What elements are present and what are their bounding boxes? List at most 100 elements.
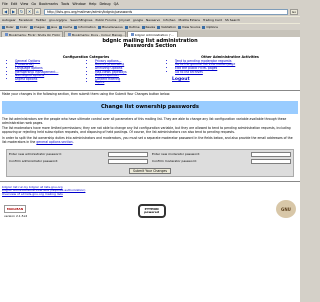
- toolbar-item[interactable]: Miscellaneous: [97, 25, 123, 29]
- validation-icon: [157, 25, 161, 29]
- toolbar-label: Java: [50, 25, 57, 29]
- admin-confirm-label: Confirm administrator password:: [9, 159, 59, 164]
- bookmark-item[interactable]: SS Search: [225, 18, 240, 22]
- toolbar-item[interactable]: Information: [74, 25, 96, 29]
- reload-icon[interactable]: ↻: [18, 8, 25, 15]
- menu-bookmarks[interactable]: Bookmarks: [39, 2, 58, 6]
- toolbar-item[interactable]: Color: [15, 25, 28, 29]
- divider: [0, 89, 300, 91]
- bookmark-item[interactable]: Info/Seo: [163, 18, 175, 22]
- admin-password-input[interactable]: [108, 151, 148, 157]
- ruler-icon: [2, 25, 5, 29]
- forward-icon[interactable]: ▶: [10, 8, 17, 15]
- mailman-logo-group: MAILMAN version 2.1.5x2: [4, 205, 27, 218]
- all-lists-overview-link[interactable]: Overview of all lists.gnu.org mailing li…: [2, 192, 63, 196]
- outline-icon: [124, 25, 128, 29]
- bookmark-item[interactable]: Neoservo: [146, 18, 160, 22]
- bookmark-item[interactable]: Public Forums: [95, 18, 116, 22]
- bookmark-item[interactable]: Jmynet: [119, 18, 130, 22]
- section-banner-title: Change list ownership passwords: [101, 104, 199, 111]
- menu-help[interactable]: Help: [89, 2, 97, 6]
- toolbar-label: Ruler: [6, 25, 14, 29]
- python-logo-subtext: powered: [144, 210, 159, 215]
- page-content: bdgnic mailing list administration Passw…: [0, 37, 300, 302]
- menu-debug[interactable]: Debug: [99, 2, 110, 6]
- developer-toolbar: Ruler Color Images Java Cache Informatio…: [0, 23, 300, 30]
- admin-confirm-input[interactable]: [108, 158, 148, 164]
- toolbar-item[interactable]: Outline: [124, 25, 140, 29]
- admin-password-group: Enter new administrator password: Confir…: [7, 150, 150, 166]
- admin-password-label: Enter new administrator password:: [9, 152, 62, 157]
- home-icon[interactable]: ⌂: [34, 8, 41, 15]
- options-icon: [202, 25, 206, 29]
- page-icon: [5, 33, 8, 36]
- color-icon: [15, 25, 19, 29]
- bookmark-item[interactable]: Mozilla Extens: [179, 18, 200, 22]
- toolbar-label: Miscellaneous: [101, 25, 123, 29]
- python-powered-logo[interactable]: PYTHON powered: [137, 204, 166, 219]
- tab-label: Bookmarks: Flickr: Shots On Flickr: [9, 32, 61, 37]
- menu-view[interactable]: View: [20, 2, 28, 6]
- bookmark-item[interactable]: Twitter: [36, 18, 46, 22]
- page-icon: [131, 33, 134, 36]
- other-activities: Other Administrative Activities Tend to …: [166, 55, 294, 85]
- address-bar[interactable]: http://lists.gnu.org/mailman/admin/bdgni…: [44, 8, 288, 15]
- go-button[interactable]: Go: [290, 8, 298, 15]
- menu-file[interactable]: File: [2, 2, 8, 6]
- footer-logos: MAILMAN version 2.1.5x2 PYTHON powered G…: [0, 198, 300, 220]
- bookmark-item[interactable]: Facebook: [19, 18, 33, 22]
- bookmark-item[interactable]: SearchEngines: [70, 18, 92, 22]
- menu-tools[interactable]: Tools: [61, 2, 69, 6]
- bookmarks-toolbar: Autogear Facebook Twitter gnu.org/gnu Se…: [0, 16, 300, 23]
- bookmark-item[interactable]: google: [133, 18, 143, 22]
- resize-icon: [141, 25, 145, 29]
- bookmark-item[interactable]: gnu.org/gnu: [49, 18, 67, 22]
- password-form: Enter new administrator password: Confir…: [6, 148, 294, 177]
- admin-confirm-row: Confirm administrator password:: [9, 158, 148, 165]
- divider: [0, 180, 300, 182]
- toolbar-item[interactable]: Ruler: [2, 25, 14, 29]
- toolbar-item[interactable]: Options: [202, 25, 218, 29]
- version-text: version 2.1.5x2: [4, 214, 28, 219]
- toolbar-item[interactable]: Java: [46, 25, 57, 29]
- cache-icon: [58, 25, 62, 29]
- config-list-left: General Options [Passwords] Language opt…: [6, 59, 86, 85]
- page-icon: [68, 33, 71, 36]
- moderator-description: The list moderators have more limited pe…: [2, 126, 291, 135]
- page-title-line2: Passwords Section: [123, 43, 177, 50]
- menu-edit[interactable]: Edit: [11, 2, 18, 6]
- stop-icon[interactable]: ✕: [26, 8, 33, 15]
- activity-link[interactable]: Go to list archives: [175, 70, 294, 75]
- moderator-password-row: Enter new moderator password:: [152, 151, 291, 158]
- navigation-toolbar: ◀ ▶ ↻ ✕ ⌂ http://lists.gnu.org/mailman/a…: [0, 7, 300, 16]
- moderator-password-group: Enter new moderator password: Confirm mo…: [150, 150, 293, 166]
- config-link[interactable]: Topics: [95, 81, 166, 85]
- back-icon[interactable]: ◀: [2, 8, 9, 15]
- config-categories: Configuration Categories General Options…: [6, 55, 166, 85]
- gnu-logo[interactable]: GNU: [275, 200, 296, 219]
- config-link[interactable]: Digest options: [15, 77, 86, 82]
- toolbar-item[interactable]: View Source: [178, 25, 200, 29]
- general-options-link[interactable]: general options section: [36, 140, 72, 144]
- toolbar-label: Outline: [128, 25, 140, 29]
- mailman-logo[interactable]: MAILMAN: [4, 205, 26, 214]
- toolbar-item[interactable]: Validation: [157, 25, 176, 29]
- bookmark-item[interactable]: Trading Card: [203, 18, 222, 22]
- toolbar-label: Options: [206, 25, 218, 29]
- moderator-password-input[interactable]: [251, 151, 291, 157]
- menu-go[interactable]: Go: [31, 2, 36, 6]
- logout-link[interactable]: Logout: [172, 77, 190, 82]
- bookmark-item[interactable]: Autogear: [2, 18, 16, 22]
- menu-qa[interactable]: QA: [114, 2, 119, 6]
- toolbar-label: Resize: [145, 25, 156, 29]
- section-banner: Change list ownership passwords: [2, 100, 298, 114]
- toolbar-item[interactable]: Images: [29, 25, 45, 29]
- tab-bar: Bookmarks: Flickr: Shots On Flickr Bookm…: [0, 30, 300, 37]
- images-icon: [29, 25, 33, 29]
- menu-window[interactable]: Window: [72, 2, 85, 6]
- toolbar-item[interactable]: Cache: [58, 25, 72, 29]
- submit-changes-button[interactable]: Submit Your Changes: [128, 167, 171, 174]
- tab-label: bdgnic Administration ('...: [135, 32, 174, 37]
- moderator-confirm-input[interactable]: [251, 158, 291, 164]
- toolbar-item[interactable]: Resize: [141, 25, 156, 29]
